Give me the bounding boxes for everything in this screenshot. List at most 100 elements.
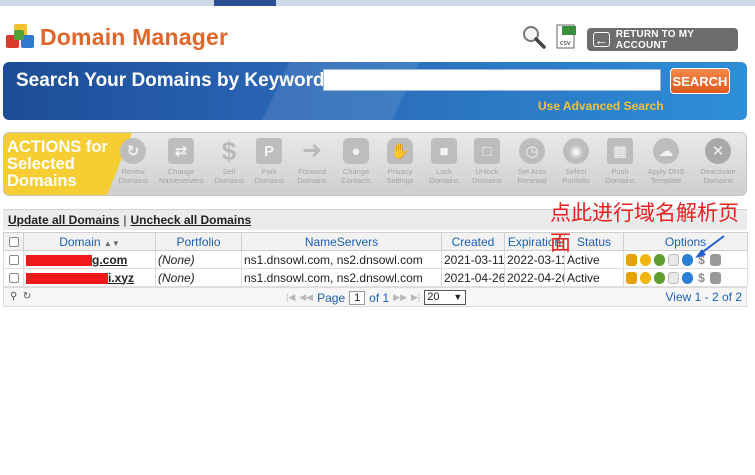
privacy-hand-icon: ✋ [387, 138, 413, 164]
domain-link[interactable]: g.com [92, 253, 127, 267]
page-size-value: 20 [427, 291, 440, 303]
portfolio-icon: ◉ [563, 138, 589, 164]
redaction-mark [26, 272, 108, 284]
column-header-portfolio[interactable]: Portfolio [155, 232, 242, 251]
phone-icon[interactable] [654, 272, 665, 285]
action-label: Park Domains [254, 167, 284, 185]
domain-cell[interactable]: i.xyz [23, 268, 156, 287]
refresh-icon[interactable]: ↻ [23, 291, 31, 302]
pager-tools: ⚲ ↻ [10, 291, 31, 302]
actions-toolbar: ACTIONS for Selected Domains ↻ Renew Dom… [3, 132, 747, 196]
actions-title-line: Selected [7, 155, 75, 173]
deactivate-x-icon: ✕ [705, 138, 731, 164]
select-portfolio-button[interactable]: ◉ Select Portfolio [554, 138, 598, 185]
update-all-domains-link[interactable]: Update all Domains [8, 213, 119, 227]
action-label: Deactivate Domains [700, 167, 736, 185]
set-auto-renewal-button[interactable]: ◷ Set Auto Renewal [510, 138, 554, 185]
change-contacts-button[interactable]: ● Change Contacts [334, 138, 378, 185]
bulb-icon[interactable] [640, 272, 651, 285]
csv-export-icon[interactable]: csv [556, 24, 578, 50]
select-all-checkbox[interactable] [3, 232, 24, 251]
parking-icon: P [256, 138, 282, 164]
action-label: Change Nameservers [159, 167, 204, 185]
row-checkbox[interactable] [3, 268, 24, 287]
lock-icon[interactable] [626, 272, 637, 285]
dns-globe-icon[interactable] [682, 272, 693, 285]
renew-domains-button[interactable]: ↻ Renew Domains [111, 138, 155, 185]
action-label: Select Portfolio [562, 167, 590, 185]
page-size-select[interactable]: 20 ▼ [424, 290, 467, 305]
portfolio-value: (None) [158, 270, 195, 285]
magnifier-icon[interactable] [521, 24, 547, 50]
page-of-label: of 1 [369, 290, 390, 305]
last-page-icon[interactable]: ▶| [411, 292, 420, 303]
domain-cell[interactable]: g.com [23, 250, 156, 269]
action-label: Sell Domains [214, 167, 244, 185]
action-label: Set Auto Renewal [517, 167, 547, 185]
sort-icon: ▲▼ [103, 238, 120, 248]
apply-dns-template-button[interactable]: ☁ Apply DNS Template [644, 138, 688, 185]
row-checkbox[interactable] [3, 250, 24, 269]
push-domains-button[interactable]: ▦ Push Domains [598, 138, 642, 185]
page-label: Page [317, 290, 346, 305]
brand: Domain Manager [6, 22, 228, 52]
column-header-nameservers[interactable]: NameServers [241, 232, 442, 251]
forward-arrow-icon: ➜ [301, 137, 323, 164]
nameservers-cell: ns1.dnsowl.com, ns2.dnsowl.com [241, 268, 442, 287]
action-label: Lock Domains [429, 167, 459, 185]
lock-domains-button[interactable]: ■ Lock Domains [422, 138, 466, 185]
clock-icon: ◷ [519, 138, 545, 164]
search-small-icon[interactable]: ⚲ [10, 291, 17, 302]
forward-domains-button[interactable]: ➜ Forward Domains [290, 137, 334, 186]
dollar-icon[interactable]: $ [696, 272, 707, 284]
portfolio-value: (None) [158, 252, 195, 267]
unlock-domains-button[interactable]: □ Unlock Domains [465, 138, 509, 185]
first-page-icon[interactable]: |◀ [286, 292, 295, 303]
link-separator: | [123, 213, 127, 227]
privacy-settings-button[interactable]: ✋ Privacy Settings [378, 138, 422, 185]
portfolio-cell: (None) [155, 268, 242, 287]
change-nameservers-button[interactable]: ⇄ Change Nameservers [159, 138, 204, 185]
database-icon[interactable] [710, 272, 721, 285]
action-label: Push Domains [605, 167, 635, 185]
next-page-icon[interactable]: ▶▶ [393, 292, 407, 303]
created-cell: 2021-03-11 [441, 250, 505, 269]
pagination-bar: ⚲ ↻ |◀ ◀◀ Page 1 of 1 ▶▶ ▶| 20 ▼ View 1 -… [3, 287, 747, 307]
active-top-tab[interactable] [214, 0, 276, 6]
action-label: Privacy Settings [386, 167, 414, 185]
back-arrow-icon: ← [593, 31, 610, 48]
action-label: Forward Domains [297, 167, 327, 185]
return-to-account-button[interactable]: ← RETURN TO MY ACCOUNT [587, 28, 738, 51]
action-label: Change Contacts [341, 167, 371, 185]
view-range-text: View 1 - 2 of 2 [665, 290, 743, 304]
domain-link[interactable]: i.xyz [108, 271, 134, 285]
action-label: Unlock Domains [472, 167, 502, 185]
page-number-input[interactable]: 1 [349, 290, 366, 305]
expiration-cell: 2022-04-26 [504, 268, 565, 287]
redaction-mark [26, 254, 92, 266]
column-header-domain[interactable]: Domain ▲▼ [23, 232, 156, 251]
deactivate-domains-button[interactable]: ✕ Deactivate Domains [696, 138, 740, 185]
envelope-icon[interactable] [668, 272, 679, 285]
search-panel: Search Your Domains by Keyword SEARCH Us… [3, 62, 747, 120]
park-domains-button[interactable]: P Park Domains [247, 138, 291, 185]
prev-page-icon[interactable]: ◀◀ [299, 292, 313, 303]
csv-label: csv [560, 40, 571, 47]
action-label: Renew Domains [118, 167, 148, 185]
lock-icon: ■ [431, 138, 457, 164]
renew-icon: ↻ [120, 138, 146, 164]
keyword-search-input[interactable] [323, 69, 661, 91]
advanced-search-link[interactable]: Use Advanced Search [538, 99, 664, 113]
column-label: Domain [59, 234, 101, 249]
search-button[interactable]: SEARCH [670, 68, 730, 94]
status-cell: Active [564, 268, 624, 287]
uncheck-all-domains-link[interactable]: Uncheck all Domains [130, 213, 251, 227]
search-heading: Search Your Domains by Keyword [16, 70, 325, 91]
table-row: i.xyz (None) ns1.dnsowl.com, ns2.dnsowl.… [3, 268, 748, 287]
column-header-created[interactable]: Created [441, 232, 505, 251]
dropdown-arrow-icon: ▼ [453, 292, 463, 302]
annotation-arrow-icon [695, 235, 725, 258]
sell-domains-button[interactable]: $ Sell Domains [207, 138, 251, 185]
unlock-icon: □ [474, 138, 500, 164]
pager-nav: |◀ ◀◀ Page 1 of 1 ▶▶ ▶| 20 ▼ [286, 290, 467, 305]
